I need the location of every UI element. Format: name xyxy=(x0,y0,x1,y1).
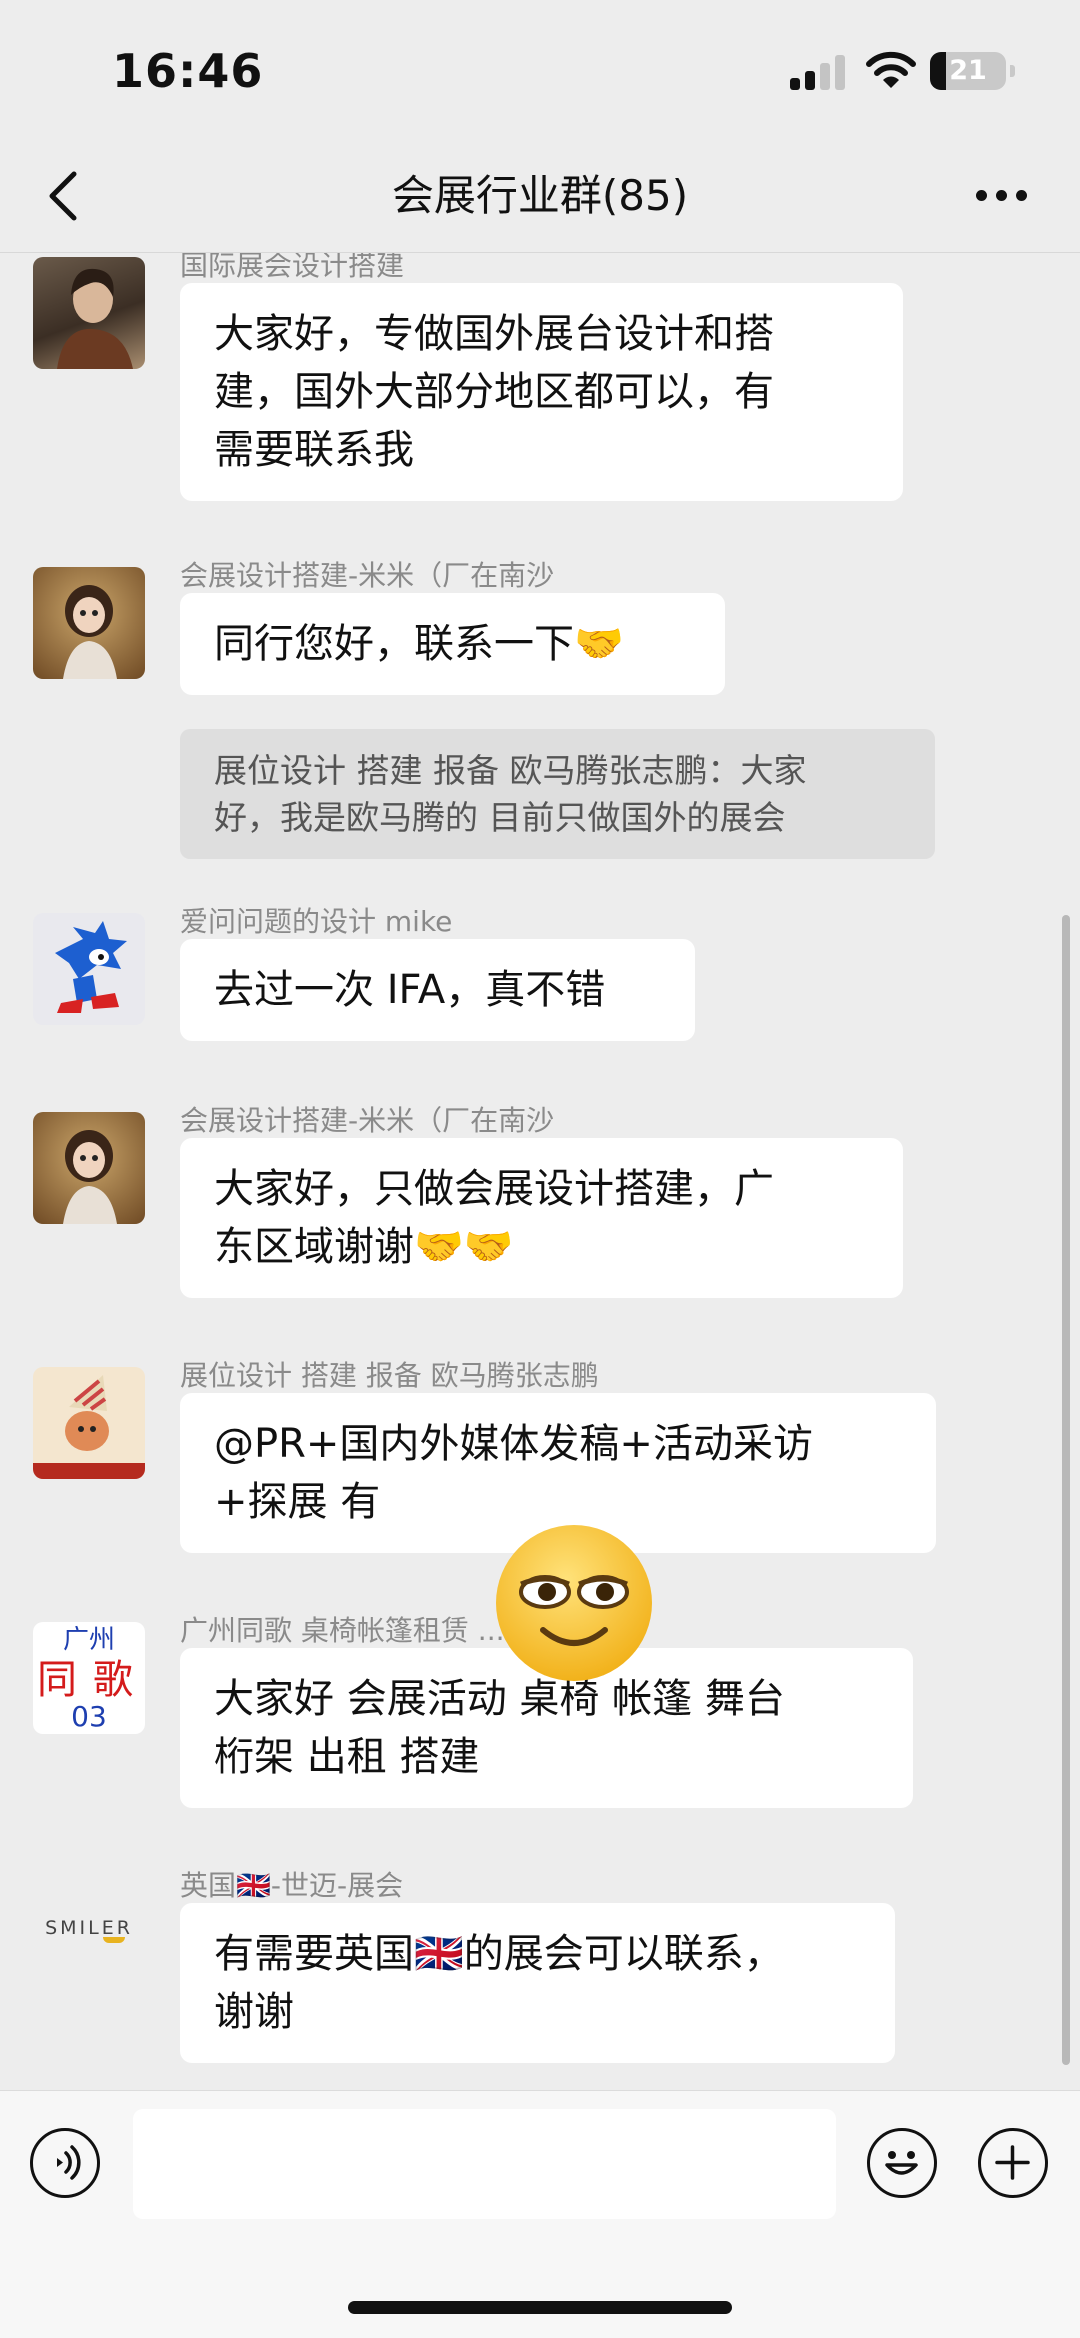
quote-text: 好，我是欧马腾的 目前只做国外的展会 xyxy=(214,798,786,837)
more-dots-icon[interactable] xyxy=(972,170,1032,220)
message-text: 有需要英国🇬🇧的展会可以联系， xyxy=(214,1931,784,1977)
voice-icon[interactable] xyxy=(30,2128,100,2198)
scrollbar[interactable] xyxy=(1062,915,1070,2065)
avatar-text: 03 xyxy=(71,1700,107,1733)
message-text: 同行您好，联系一下🤝 xyxy=(214,621,624,667)
avatar-text: 广州 xyxy=(62,1625,115,1655)
sender-name: 会展设计搭建-米米（厂在南沙 xyxy=(180,559,555,592)
message-text: 建，国外大部分地区都可以，有 xyxy=(214,369,774,415)
message-text: 大家好，只做会展设计搭建，广 xyxy=(214,1166,774,1212)
quote-text: 展位设计 搭建 报备 欧马腾张志鹏：大家 xyxy=(214,751,807,790)
status-time: 16:46 xyxy=(112,44,264,98)
message-bubble[interactable]: 去过一次 IFA，真不错 xyxy=(180,939,695,1041)
sender-name: 展位设计 搭建 报备 欧马腾张志鹏 xyxy=(180,1359,599,1392)
wifi-icon xyxy=(866,50,916,92)
emoji-icon[interactable] xyxy=(867,2128,937,2198)
quoted-message[interactable]: 展位设计 搭建 报备 欧马腾张志鹏：大家 好，我是欧马腾的 目前只做国外的展会 xyxy=(180,729,935,859)
message-input[interactable] xyxy=(133,2109,836,2219)
battery-percent: 21 xyxy=(949,55,987,86)
message-bubble[interactable]: 大家好，专做国外展台设计和搭 建，国外大部分地区都可以，有 需要联系我 xyxy=(180,283,903,501)
avatar[interactable]: 广州 同 歌 03 xyxy=(33,1622,145,1734)
avatar[interactable] xyxy=(33,1367,145,1479)
message-text: @PR+国内外媒体发稿+活动采访 xyxy=(214,1421,813,1467)
page-title: 会展行业群(85) xyxy=(391,171,689,220)
avatar[interactable] xyxy=(33,257,145,369)
avatar-text: 歌 xyxy=(93,1657,133,1703)
plus-icon[interactable] xyxy=(978,2128,1048,2198)
avatar-text: 同 xyxy=(37,1657,77,1703)
avatar[interactable] xyxy=(33,913,145,1025)
signal-icon xyxy=(790,54,846,90)
avatar[interactable] xyxy=(33,1112,145,1224)
status-bar: 16:46 21 xyxy=(0,0,1080,140)
home-indicator[interactable] xyxy=(348,2301,732,2314)
message-list[interactable]: 国际展会设计搭建 大家好，专做国外展台设计和搭 建，国外大部分地区都可以，有 需… xyxy=(0,253,1080,2090)
sender-name: 英国🇬🇧-世迈-展会 xyxy=(180,1869,404,1902)
message-text: 桁架 出租 搭建 xyxy=(214,1734,480,1780)
message-bubble[interactable]: 同行您好，联系一下🤝 xyxy=(180,593,725,695)
message-bubble[interactable]: 有需要英国🇬🇧的展会可以联系， 谢谢 xyxy=(180,1903,895,2063)
sender-name: 国际展会设计搭建 xyxy=(180,253,405,282)
smirk-emoji-icon xyxy=(493,1522,655,1684)
sender-name: 会展设计搭建-米米（厂在南沙 xyxy=(180,1104,555,1137)
message-text: 大家好，专做国外展台设计和搭 xyxy=(214,311,774,357)
message-text: 去过一次 IFA，真不错 xyxy=(214,967,606,1013)
avatar[interactable]: SMILER xyxy=(33,1877,145,1989)
message-text: 谢谢 xyxy=(214,1989,294,2035)
message-text: 东区域谢谢🤝🤝 xyxy=(214,1224,514,1270)
chat-header: 会展行业群(85) xyxy=(0,140,1080,253)
message-bubble[interactable]: 大家好，只做会展设计搭建，广 东区域谢谢🤝🤝 xyxy=(180,1138,903,1298)
battery-icon: 21 xyxy=(930,52,1015,90)
message-text: 需要联系我 xyxy=(214,427,414,473)
avatar-text: SMILER xyxy=(45,1917,133,1939)
avatar[interactable] xyxy=(33,567,145,679)
sender-name: 爱问问题的设计 mike xyxy=(180,905,453,938)
